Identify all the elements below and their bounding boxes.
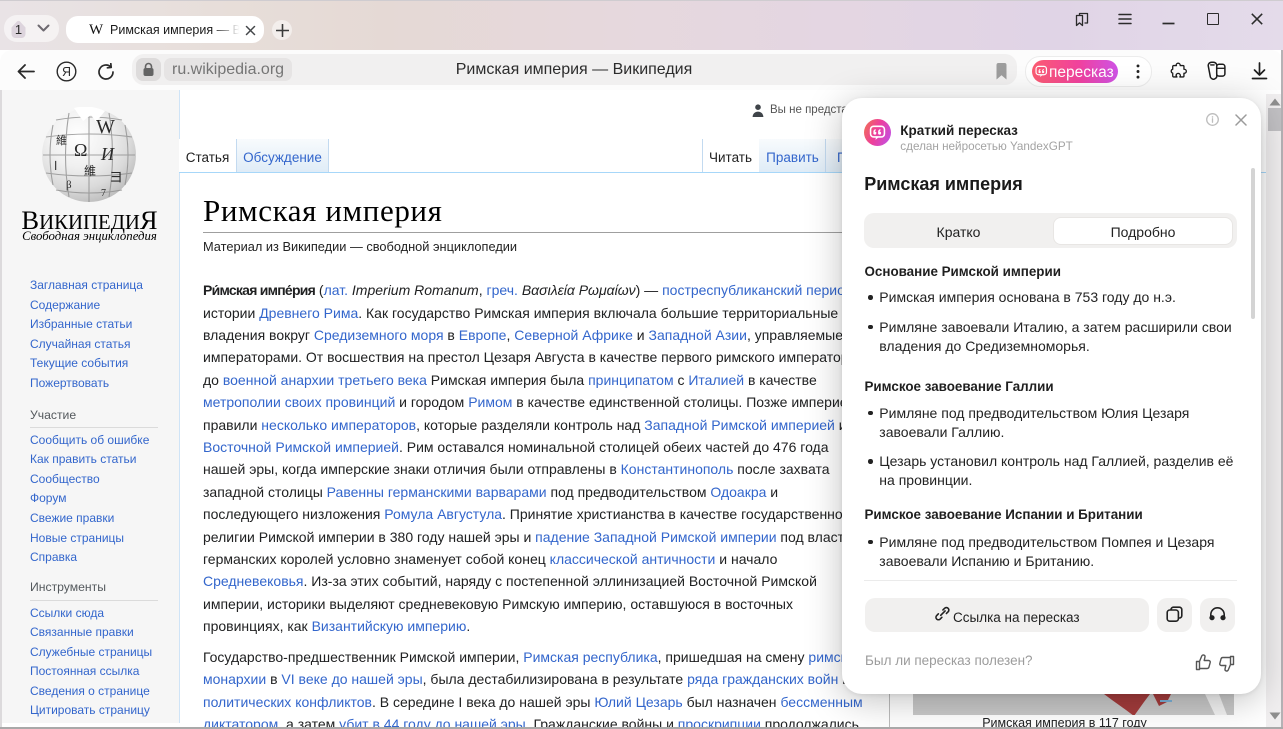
svg-text:1: 1 — [15, 22, 22, 37]
svg-text:Я: Я — [62, 65, 71, 79]
